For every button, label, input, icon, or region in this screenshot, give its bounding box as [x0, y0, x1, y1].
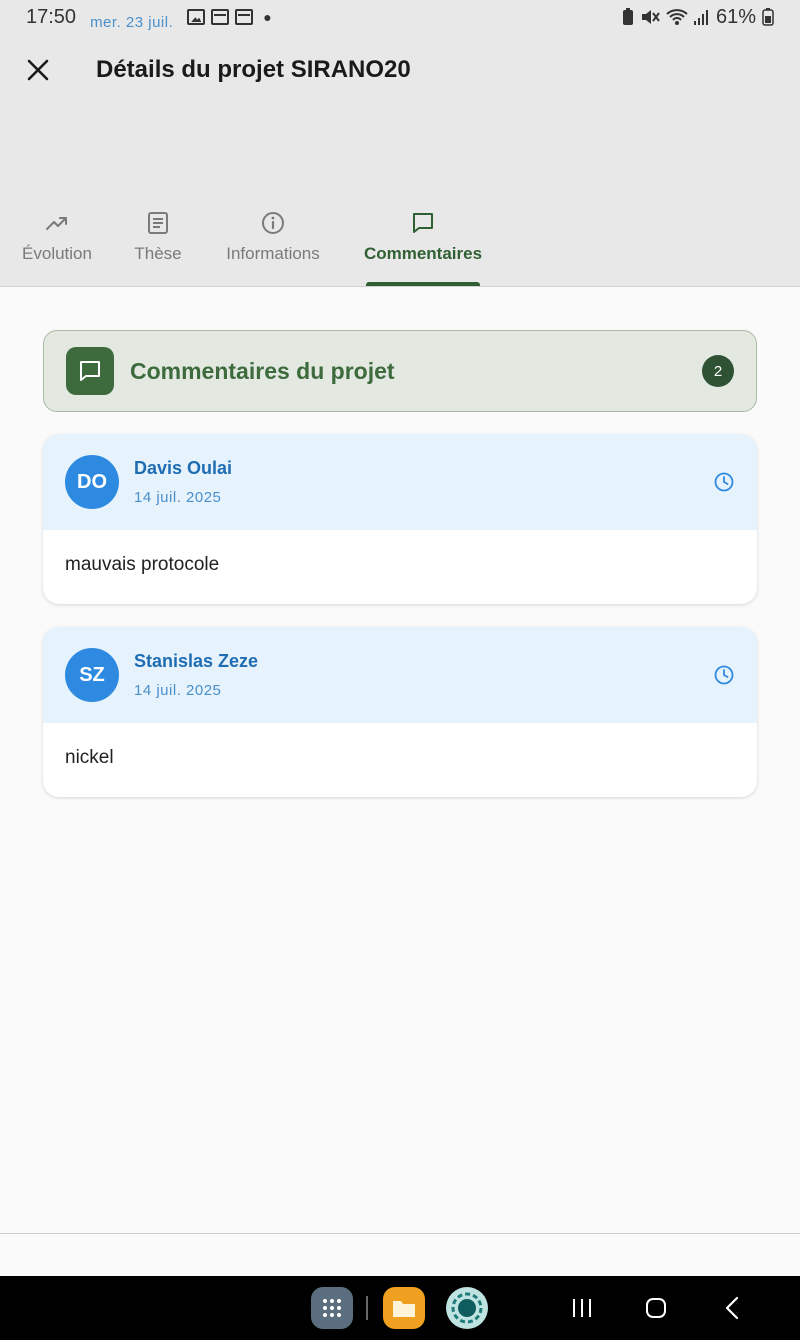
comment-author: Davis Oulai — [134, 458, 233, 478]
close-button[interactable] — [22, 54, 54, 86]
trend-icon — [44, 210, 70, 236]
comment-count-badge: 2 — [702, 355, 734, 387]
app-header: Détails du projet SIRANO20 Évolution Thè… — [0, 34, 800, 286]
comment-date: 14 juil. 2025 — [134, 489, 222, 506]
battery-saver-icon — [622, 8, 633, 25]
tab-evolution[interactable]: Évolution — [0, 206, 114, 286]
divider — [366, 1296, 368, 1320]
clock-icon — [714, 472, 734, 492]
tab-label: Informations — [226, 244, 320, 263]
system-icons: 61% — [622, 6, 774, 29]
image-icon — [187, 9, 206, 25]
recent-apps-button[interactable] — [562, 1287, 602, 1329]
wifi-icon — [666, 9, 688, 25]
tab-these[interactable]: Thèse — [114, 206, 202, 286]
comment-card: SZ Stanislas Zeze 14 juil. 2025 nickel — [43, 627, 757, 797]
tab-commentaires[interactable]: Commentaires — [363, 206, 483, 286]
camera-app-button[interactable] — [446, 1287, 488, 1329]
recent-apps-icon — [573, 1299, 591, 1317]
close-icon — [27, 59, 49, 81]
tab-label: Évolution — [22, 244, 92, 263]
battery-icon — [762, 8, 774, 26]
comment-author: Stanislas Zeze — [134, 651, 259, 671]
comment-text: nickel — [65, 747, 114, 768]
calendar-icon — [211, 9, 230, 25]
signal-icon — [693, 10, 708, 25]
back-icon — [725, 1296, 739, 1320]
status-time: 17:50 — [26, 5, 77, 28]
files-app-icon — [393, 1301, 415, 1317]
status-date: mer. 23 juil. — [90, 13, 174, 31]
page-title: Détails du projet SIRANO20 — [96, 56, 411, 83]
divider — [0, 1233, 800, 1234]
clock-icon — [714, 665, 734, 685]
camera-app-icon — [451, 1292, 483, 1324]
status-bar: 17:50 mer. 23 juil. ● 61% — [0, 0, 800, 34]
section-header: Commentaires du projet 2 — [43, 330, 757, 412]
system-nav-bar — [0, 1276, 800, 1340]
avatar: DO — [65, 455, 119, 509]
home-button[interactable] — [636, 1287, 676, 1329]
info-icon — [260, 210, 286, 236]
comment-icon — [66, 347, 114, 395]
comment-header: DO Davis Oulai 14 juil. 2025 — [43, 434, 757, 530]
comment-header: SZ Stanislas Zeze 14 juil. 2025 — [43, 627, 757, 723]
mute-icon — [641, 10, 660, 24]
avatar: SZ — [65, 648, 119, 702]
tab-informations[interactable]: Informations — [202, 206, 344, 286]
document-icon — [145, 210, 171, 236]
back-button[interactable] — [712, 1287, 752, 1329]
app-drawer-icon — [323, 1299, 341, 1317]
comment-date: 14 juil. 2025 — [134, 682, 222, 699]
notification-icons: ● — [187, 9, 272, 25]
dot-icon: ● — [263, 9, 272, 25]
tab-label: Thèse — [134, 244, 182, 263]
comment-card: DO Davis Oulai 14 juil. 2025 mauvais pro… — [43, 434, 757, 604]
comment-icon — [410, 210, 436, 236]
section-title: Commentaires du projet — [130, 357, 395, 384]
files-app-button[interactable] — [383, 1287, 425, 1329]
home-icon — [646, 1298, 666, 1318]
comments-panel: Commentaires du projet 2 DO Davis Oulai … — [22, 287, 778, 1209]
comment-text: mauvais protocole — [65, 554, 220, 575]
tab-bar: Évolution Thèse Informations Commentaire… — [0, 206, 483, 286]
battery-percent: 61% — [715, 5, 756, 28]
tab-label: Commentaires — [363, 244, 483, 263]
app-drawer-button[interactable] — [311, 1287, 353, 1329]
calendar-icon — [235, 9, 254, 25]
